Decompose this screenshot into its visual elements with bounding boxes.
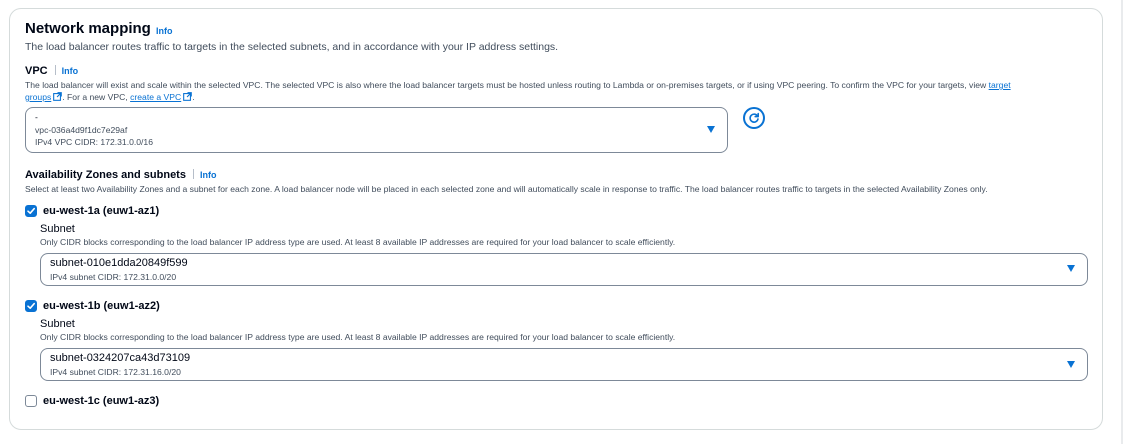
vpc-select-name: - [35, 112, 38, 122]
vpc-help-text-2: . For a new VPC, [62, 92, 128, 102]
vpc-select[interactable]: - vpc-036a4d9f1dc7e29af IPv4 VPC CIDR: 1… [25, 107, 728, 153]
az-label-text: Availability Zones and subnets [25, 169, 186, 181]
vpc-select-cidr: IPv4 VPC CIDR: 172.31.0.0/16 [35, 137, 153, 147]
target-groups-link-cont[interactable]: groups [25, 92, 51, 102]
zone-label[interactable]: eu-west-1c (euw1-az3) [43, 395, 159, 407]
subnet-cidr: IPv4 subnet CIDR: 172.31.16.0/20 [50, 367, 181, 377]
subnet-label: Subnet [40, 223, 75, 235]
az-label: Availability Zones and subnets Info [25, 169, 216, 181]
refresh-icon [749, 112, 759, 123]
zone-checkbox-euw1-az1[interactable] [25, 205, 37, 217]
external-link-icon [53, 92, 63, 101]
az-info-divider [192, 169, 194, 179]
vpc-info-link[interactable]: Info [62, 66, 79, 76]
subnet-id: subnet-0324207ca43d73109 [50, 352, 191, 364]
az-info-link[interactable]: Info [200, 170, 217, 180]
external-link-icon [183, 92, 193, 101]
subnet-help: Only CIDR blocks corresponding to the lo… [40, 332, 676, 342]
refresh-vpc-button[interactable] [743, 107, 765, 129]
subnet-id: subnet-010e1dda20849f599 [50, 257, 188, 269]
vpc-label: VPC Info [25, 65, 78, 77]
zone-label[interactable]: eu-west-1b (euw1-az2) [43, 300, 160, 312]
vpc-select-id: vpc-036a4d9f1dc7e29af [35, 125, 128, 135]
checkmark-icon [27, 302, 35, 309]
checkmark-icon [27, 207, 35, 214]
vpc-help-line-1: The load balancer will exist and scale w… [25, 80, 1011, 90]
target-groups-link[interactable]: target [989, 80, 1011, 90]
vpc-label-text: VPC [25, 65, 48, 77]
caret-down-icon [1067, 265, 1075, 272]
zone-label[interactable]: eu-west-1a (euw1-az1) [43, 205, 159, 217]
caret-down-icon [1067, 361, 1075, 368]
section-description: The load balancer routes traffic to targ… [25, 41, 559, 53]
zone-checkbox-euw1-az3[interactable] [25, 395, 37, 407]
create-vpc-link[interactable]: create a VPC [130, 92, 181, 102]
az-description: Select at least two Availability Zones a… [25, 184, 988, 194]
vpc-help-text-3: . [192, 92, 195, 102]
section-info-link[interactable]: Info [156, 26, 173, 36]
subnet-select[interactable]: subnet-010e1dda20849f599 IPv4 subnet CID… [40, 253, 1088, 286]
vpc-help-line-2: groups . For a new VPC, create a VPC. [25, 92, 195, 102]
subnet-help: Only CIDR blocks corresponding to the lo… [40, 237, 676, 247]
subnet-select[interactable]: subnet-0324207ca43d73109 IPv4 subnet CID… [40, 348, 1088, 381]
caret-down-icon [707, 126, 715, 133]
vpc-info-divider [54, 65, 56, 75]
section-title: Network mapping [25, 20, 151, 37]
subnet-cidr: IPv4 subnet CIDR: 172.31.0.0/20 [50, 272, 177, 282]
vpc-help-text-1: The load balancer will exist and scale w… [25, 80, 987, 90]
subnet-label: Subnet [40, 318, 75, 330]
zone-checkbox-euw1-az2[interactable] [25, 300, 37, 312]
